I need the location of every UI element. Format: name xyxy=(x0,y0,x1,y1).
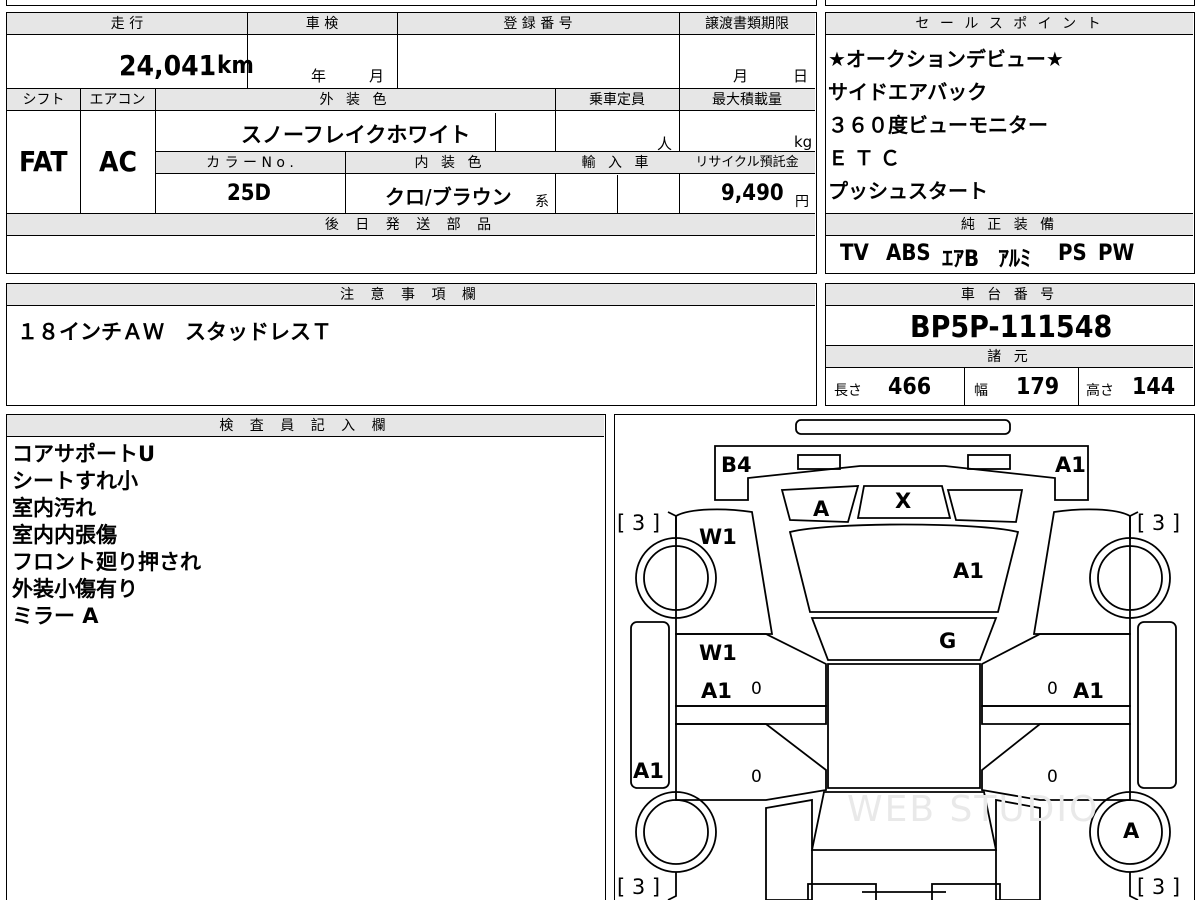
damage-mark: W1 xyxy=(699,525,737,549)
sales-line: ３６０度ビューモニター xyxy=(828,113,1048,137)
damage-mark: A1 xyxy=(633,759,664,783)
equipment-item: ABS xyxy=(886,241,931,266)
width-label: 幅 xyxy=(974,383,988,399)
inspector-line: コアサポートU xyxy=(12,442,156,466)
color-no-value: 25D xyxy=(227,181,271,206)
aircon-header: エアコン xyxy=(89,92,146,108)
chassis-number: BP5P-111548 xyxy=(910,310,1113,345)
mileage-header: 走 行 xyxy=(110,16,144,32)
zero-mark: 0 xyxy=(751,767,762,787)
damage-mark: X xyxy=(895,489,912,513)
height-label: 高さ xyxy=(1086,383,1114,399)
inspector-line: フロント廻り押され xyxy=(12,550,201,574)
sales-line: サイドエアバック xyxy=(828,80,988,104)
inspector-box: 検 査 員 記 入 欄 コアサポートU シートすれ小 室内汚れ 室内内張傷 フロ… xyxy=(6,414,606,900)
damage-mark: A xyxy=(1123,819,1140,843)
inspector-line: 室内内張傷 xyxy=(12,523,117,547)
width-value: 179 xyxy=(1016,374,1060,400)
sales-points-header: セ ー ル ス ポ イ ン ト xyxy=(915,16,1104,32)
capacity-header: 乗車定員 xyxy=(589,92,645,108)
shift-header: シフト xyxy=(22,92,65,108)
damage-mark: A1 xyxy=(701,679,732,703)
recycle-header: リサイクル預託金 xyxy=(695,155,799,170)
shaken-year: 年 xyxy=(311,67,327,85)
max-load-header: 最大積載量 xyxy=(712,92,782,108)
damage-mark: A1 xyxy=(953,559,984,583)
notes-text: １８インチＡＷ スタッドレスＴ xyxy=(17,320,332,344)
zero-mark: 0 xyxy=(751,679,762,699)
aircon-value: AC xyxy=(99,145,137,178)
transfer-day: 日 xyxy=(793,67,809,85)
recycle-value: 9,490 xyxy=(721,181,784,206)
import-header: 輸 入 車 xyxy=(581,155,653,171)
sales-line: ★オークションデビュー★ xyxy=(828,47,1064,71)
length-value: 466 xyxy=(888,374,932,400)
zero-mark: 0 xyxy=(1047,767,1058,787)
sales-line: プッシュスタート xyxy=(828,179,988,203)
damage-mark: G xyxy=(939,629,957,653)
equipment-item: PW xyxy=(1098,241,1135,266)
notes-box: 注 意 事 項 欄 １８インチＡＷ スタッドレスＴ xyxy=(6,283,817,406)
equipment-header: 純 正 装 備 xyxy=(960,217,1059,233)
interior-color-header: 内 装 色 xyxy=(414,155,486,171)
car-diagram-box: WEB STUDIO [ 3 ] [ 3 ] [ 3 ] [ 3 ] B4 A1… xyxy=(614,414,1195,900)
tire-rating-rear-right: [ 3 ] xyxy=(1137,875,1181,899)
top-strip-box-right xyxy=(825,0,1195,6)
equipment-item: TV xyxy=(840,241,869,266)
watermark: WEB STUDIO xyxy=(847,789,1100,830)
inspector-line: 外装小傷有り xyxy=(12,577,138,601)
max-load-unit: kg xyxy=(794,133,813,151)
chassis-box: 車 台 番 号 BP5P-111548 諸 元 長さ 466 幅 179 高さ … xyxy=(825,283,1195,406)
chassis-header: 車 台 番 号 xyxy=(960,287,1059,303)
height-value: 144 xyxy=(1132,374,1176,400)
inspector-line: シートすれ小 xyxy=(12,469,138,493)
exterior-color-header: 外 装 色 xyxy=(319,92,391,108)
exterior-color-value: スノーフレイクホワイト xyxy=(241,123,471,147)
transfer-month: 月 xyxy=(733,67,749,85)
sales-points-box: セ ー ル ス ポ イ ン ト ★オークションデビュー★ サイドエアバック ３６… xyxy=(825,12,1195,274)
specs-header: 諸 元 xyxy=(987,349,1032,365)
interior-color-value: クロ/ブラウン xyxy=(385,185,512,209)
shaken-month: 月 xyxy=(369,67,385,85)
recycle-unit: 円 xyxy=(795,194,809,210)
inspector-header: 検 査 員 記 入 欄 xyxy=(219,418,392,434)
vehicle-info-table: 走 行 車 検 登 録 番 号 譲渡書類期限 24,041 km 年 月 月 日… xyxy=(6,12,817,274)
notes-header: 注 意 事 項 欄 xyxy=(340,287,482,303)
sales-line: ＥＴＣ xyxy=(828,146,906,170)
mileage-value: 24,041 xyxy=(119,49,217,82)
tire-rating-rear-left: [ 3 ] xyxy=(617,875,661,899)
shaken-header: 車 検 xyxy=(305,16,339,32)
interior-suffix: 系 xyxy=(535,194,549,210)
registration-header: 登 録 番 号 xyxy=(503,16,573,32)
tire-rating-front-left: [ 3 ] xyxy=(617,511,661,535)
inspector-line: ミラー A xyxy=(12,604,99,628)
color-no-header: カ ラ ー N o . xyxy=(206,155,294,171)
equipment-item: ｴｱB xyxy=(942,247,980,272)
damage-mark: A xyxy=(813,497,830,521)
damage-mark: A1 xyxy=(1055,453,1086,477)
equipment-item: ｱﾙﾐ xyxy=(998,247,1032,272)
length-label: 長さ xyxy=(834,383,862,399)
damage-mark: A1 xyxy=(1073,679,1104,703)
shift-value: FAT xyxy=(19,145,68,178)
damage-mark: W1 xyxy=(699,641,737,665)
tire-rating-front-right: [ 3 ] xyxy=(1137,511,1181,535)
zero-mark: 0 xyxy=(1047,679,1058,699)
mileage-unit: km xyxy=(217,51,254,79)
equipment-item: PS xyxy=(1058,241,1087,266)
transfer-deadline-header: 譲渡書類期限 xyxy=(705,16,789,32)
inspector-line: 室内汚れ xyxy=(12,496,96,520)
later-parts-header: 後 日 発 送 部 品 xyxy=(324,217,498,233)
top-strip-box xyxy=(6,0,817,6)
damage-mark: B4 xyxy=(721,453,752,477)
